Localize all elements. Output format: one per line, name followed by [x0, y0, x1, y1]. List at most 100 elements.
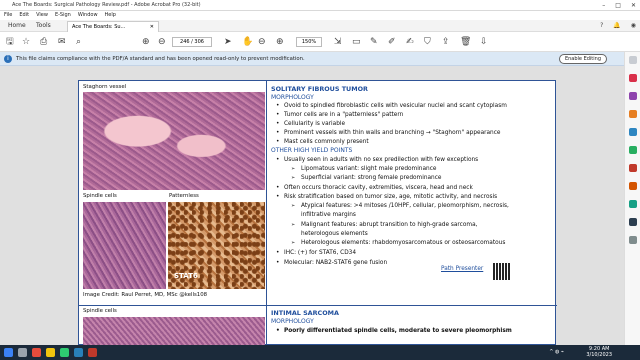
staghorn-vessel-image	[83, 92, 265, 190]
notifications-icon[interactable]: 🔔	[613, 20, 620, 32]
zoom-value: 150%	[301, 39, 317, 45]
scan-icon[interactable]	[629, 218, 637, 226]
tab-tools[interactable]: Tools	[32, 20, 55, 32]
spindle-cells-image	[83, 202, 166, 289]
close-icon[interactable]: ✕	[631, 0, 636, 11]
page-current: 246	[180, 39, 190, 45]
maximize-icon[interactable]: □	[615, 0, 621, 11]
toolbar: 🖫 ☆ ⎙ ✉ ⌕ ⊕ ⊖ 246 / 306 ➤ ✋ ⊖ ⊕ 150% ⇲ ▭…	[0, 32, 640, 52]
pen-icon[interactable]: ✎	[370, 36, 378, 48]
window-title: Ace The Boards: Surgical Pathology Revie…	[12, 2, 201, 8]
menu-edit[interactable]: Edit	[19, 11, 29, 20]
edit-pdf-icon[interactable]	[629, 92, 637, 100]
fit-page-icon[interactable]: ⇲	[334, 36, 342, 48]
path-presenter-link[interactable]: Path Presenter	[441, 266, 483, 272]
export-pdf-icon[interactable]	[629, 74, 637, 82]
create-pdf-icon[interactable]	[629, 110, 637, 118]
page-total: / 306	[191, 39, 204, 45]
stat6-label: STAT6	[174, 272, 198, 280]
readonly-notice: i This file claims compliance with the P…	[0, 52, 627, 66]
combine-files-icon[interactable]	[629, 146, 637, 154]
info-icon: i	[4, 55, 12, 63]
taskbar: ^ ◍ ⌁ 9:20 AM 3/10/2023	[0, 345, 640, 360]
tab-home[interactable]: Home	[4, 20, 30, 32]
intimal-morph-1: Poorly differentiated spindle cells, mod…	[276, 327, 512, 335]
select-cursor-icon[interactable]: ➤	[224, 36, 232, 48]
sft-morph-4: Prominent vessels with thin walls and br…	[276, 129, 500, 137]
menu-view[interactable]: View	[36, 11, 48, 20]
highlight-icon[interactable]: ✐	[388, 36, 396, 48]
sft-hy-3b-cont: heterologous elements	[301, 231, 368, 237]
page-number-field[interactable]: 246 / 306	[172, 37, 212, 47]
menu-bar: File Edit View E-Sign Window Help	[0, 11, 640, 20]
print-icon[interactable]: ⎙	[40, 36, 47, 48]
word-icon[interactable]	[74, 348, 83, 357]
sft-hy-5: Molecular: NAB2-STAT6 gene fusion	[276, 259, 387, 267]
page-down-icon[interactable]: ⊖	[158, 36, 166, 48]
pdf-page: Staghorn vessel Spindle cells Patternles…	[78, 80, 557, 346]
acrobat-taskbar-icon[interactable]	[32, 348, 41, 357]
sft-hy-2: Often occurs thoracic cavity, extremitie…	[276, 184, 473, 192]
chrome-icon[interactable]	[60, 348, 69, 357]
delete-icon[interactable]: 🗑	[460, 36, 471, 48]
clock[interactable]: 9:20 AM 3/10/2023	[586, 346, 612, 358]
clock-date: 3/10/2023	[586, 352, 612, 358]
menu-help[interactable]: Help	[105, 11, 116, 20]
explorer-icon[interactable]	[46, 348, 55, 357]
zoom-out-icon[interactable]: ⊖	[258, 36, 266, 48]
search-icon[interactable]: ⌕	[76, 36, 81, 48]
sft-hy-3c: Heterologous elements: rhabdomyosarcomat…	[291, 239, 505, 247]
protect-icon[interactable]	[629, 182, 637, 190]
close-tab-icon[interactable]: ✕	[150, 22, 154, 32]
qr-code	[493, 263, 510, 280]
image-credit: Image Credit: Raul Perret, MD, MSc @kell…	[83, 292, 208, 298]
notice-message: This file claims compliance with the PDF…	[16, 56, 305, 62]
sft-hy-3b: Malignant features: abrupt transition to…	[291, 221, 477, 229]
comment-tool-icon[interactable]	[629, 128, 637, 136]
hand-tool-icon[interactable]: ✋	[242, 36, 253, 48]
minimize-icon[interactable]: –	[602, 0, 605, 11]
organize-pages-icon[interactable]	[629, 164, 637, 172]
sft-hy-3a: Atypical features: >4 mitoses /10HPF, ce…	[291, 202, 509, 210]
email-icon[interactable]: ✉	[58, 36, 66, 48]
help-icon[interactable]: ?	[600, 20, 603, 32]
sft-hy-1: Usually seen in adults with no sex predi…	[276, 156, 478, 164]
export-icon[interactable]: ⇩	[480, 36, 488, 48]
title-bar: Ace The Boards: Surgical Pathology Revie…	[0, 0, 640, 11]
system-tray-icons[interactable]: ^ ◍ ⌁	[549, 349, 564, 355]
save-icon[interactable]: 🖫	[6, 36, 14, 48]
zoom-in-icon[interactable]: ⊕	[276, 36, 284, 48]
intimal-morphology-heading: MORPHOLOGY	[271, 318, 314, 325]
document-tab-label: Ace The Boards: Su...	[72, 24, 126, 30]
document-viewport[interactable]: Staghorn vessel Spindle cells Patternles…	[0, 66, 624, 346]
caption-spindle-2: Spindle cells	[83, 308, 117, 314]
menu-esign[interactable]: E-Sign	[55, 11, 71, 20]
share-icon[interactable]: ⇪	[442, 36, 450, 48]
tab-document[interactable]: Ace The Boards: Su... ✕	[67, 21, 159, 32]
search-taskbar-icon[interactable]	[18, 348, 27, 357]
sign-icon[interactable]: ✍	[406, 36, 414, 48]
zoom-level-field[interactable]: 150%	[296, 37, 322, 47]
start-icon[interactable]	[4, 348, 13, 357]
enable-editing-button[interactable]: Enable Editing	[558, 54, 607, 64]
right-tool-rail	[624, 52, 640, 345]
comment-icon[interactable]: ▭	[352, 36, 361, 48]
sft-morph-5: Mast cells commonly present	[276, 138, 369, 146]
sft-hy-1b: Superficial variant: strong female predo…	[291, 174, 442, 182]
menu-window[interactable]: Window	[78, 11, 98, 20]
more-tools-icon[interactable]	[629, 236, 637, 244]
page-up-icon[interactable]: ⊕	[142, 36, 150, 48]
caption-patternless: Patternless	[169, 193, 199, 199]
tab-bar: Home Tools Ace The Boards: Su... ✕ ? 🔔 ◉	[0, 20, 640, 32]
bookmark-icon[interactable]: ☆	[22, 36, 30, 48]
sft-hy-3: Risk stratification based on tumor size,…	[276, 193, 497, 201]
menu-file[interactable]: File	[4, 11, 12, 20]
fill-sign-icon[interactable]	[629, 200, 637, 208]
powerpoint-icon[interactable]	[88, 348, 97, 357]
sft-high-yield-heading: OTHER HIGH YIELD POINTS	[271, 147, 353, 154]
column-divider	[266, 81, 267, 346]
close-panel-icon[interactable]	[629, 56, 637, 64]
section-divider	[79, 305, 557, 306]
stamp-icon[interactable]: ⛉	[424, 36, 431, 48]
account-icon[interactable]: ◉	[631, 20, 636, 32]
